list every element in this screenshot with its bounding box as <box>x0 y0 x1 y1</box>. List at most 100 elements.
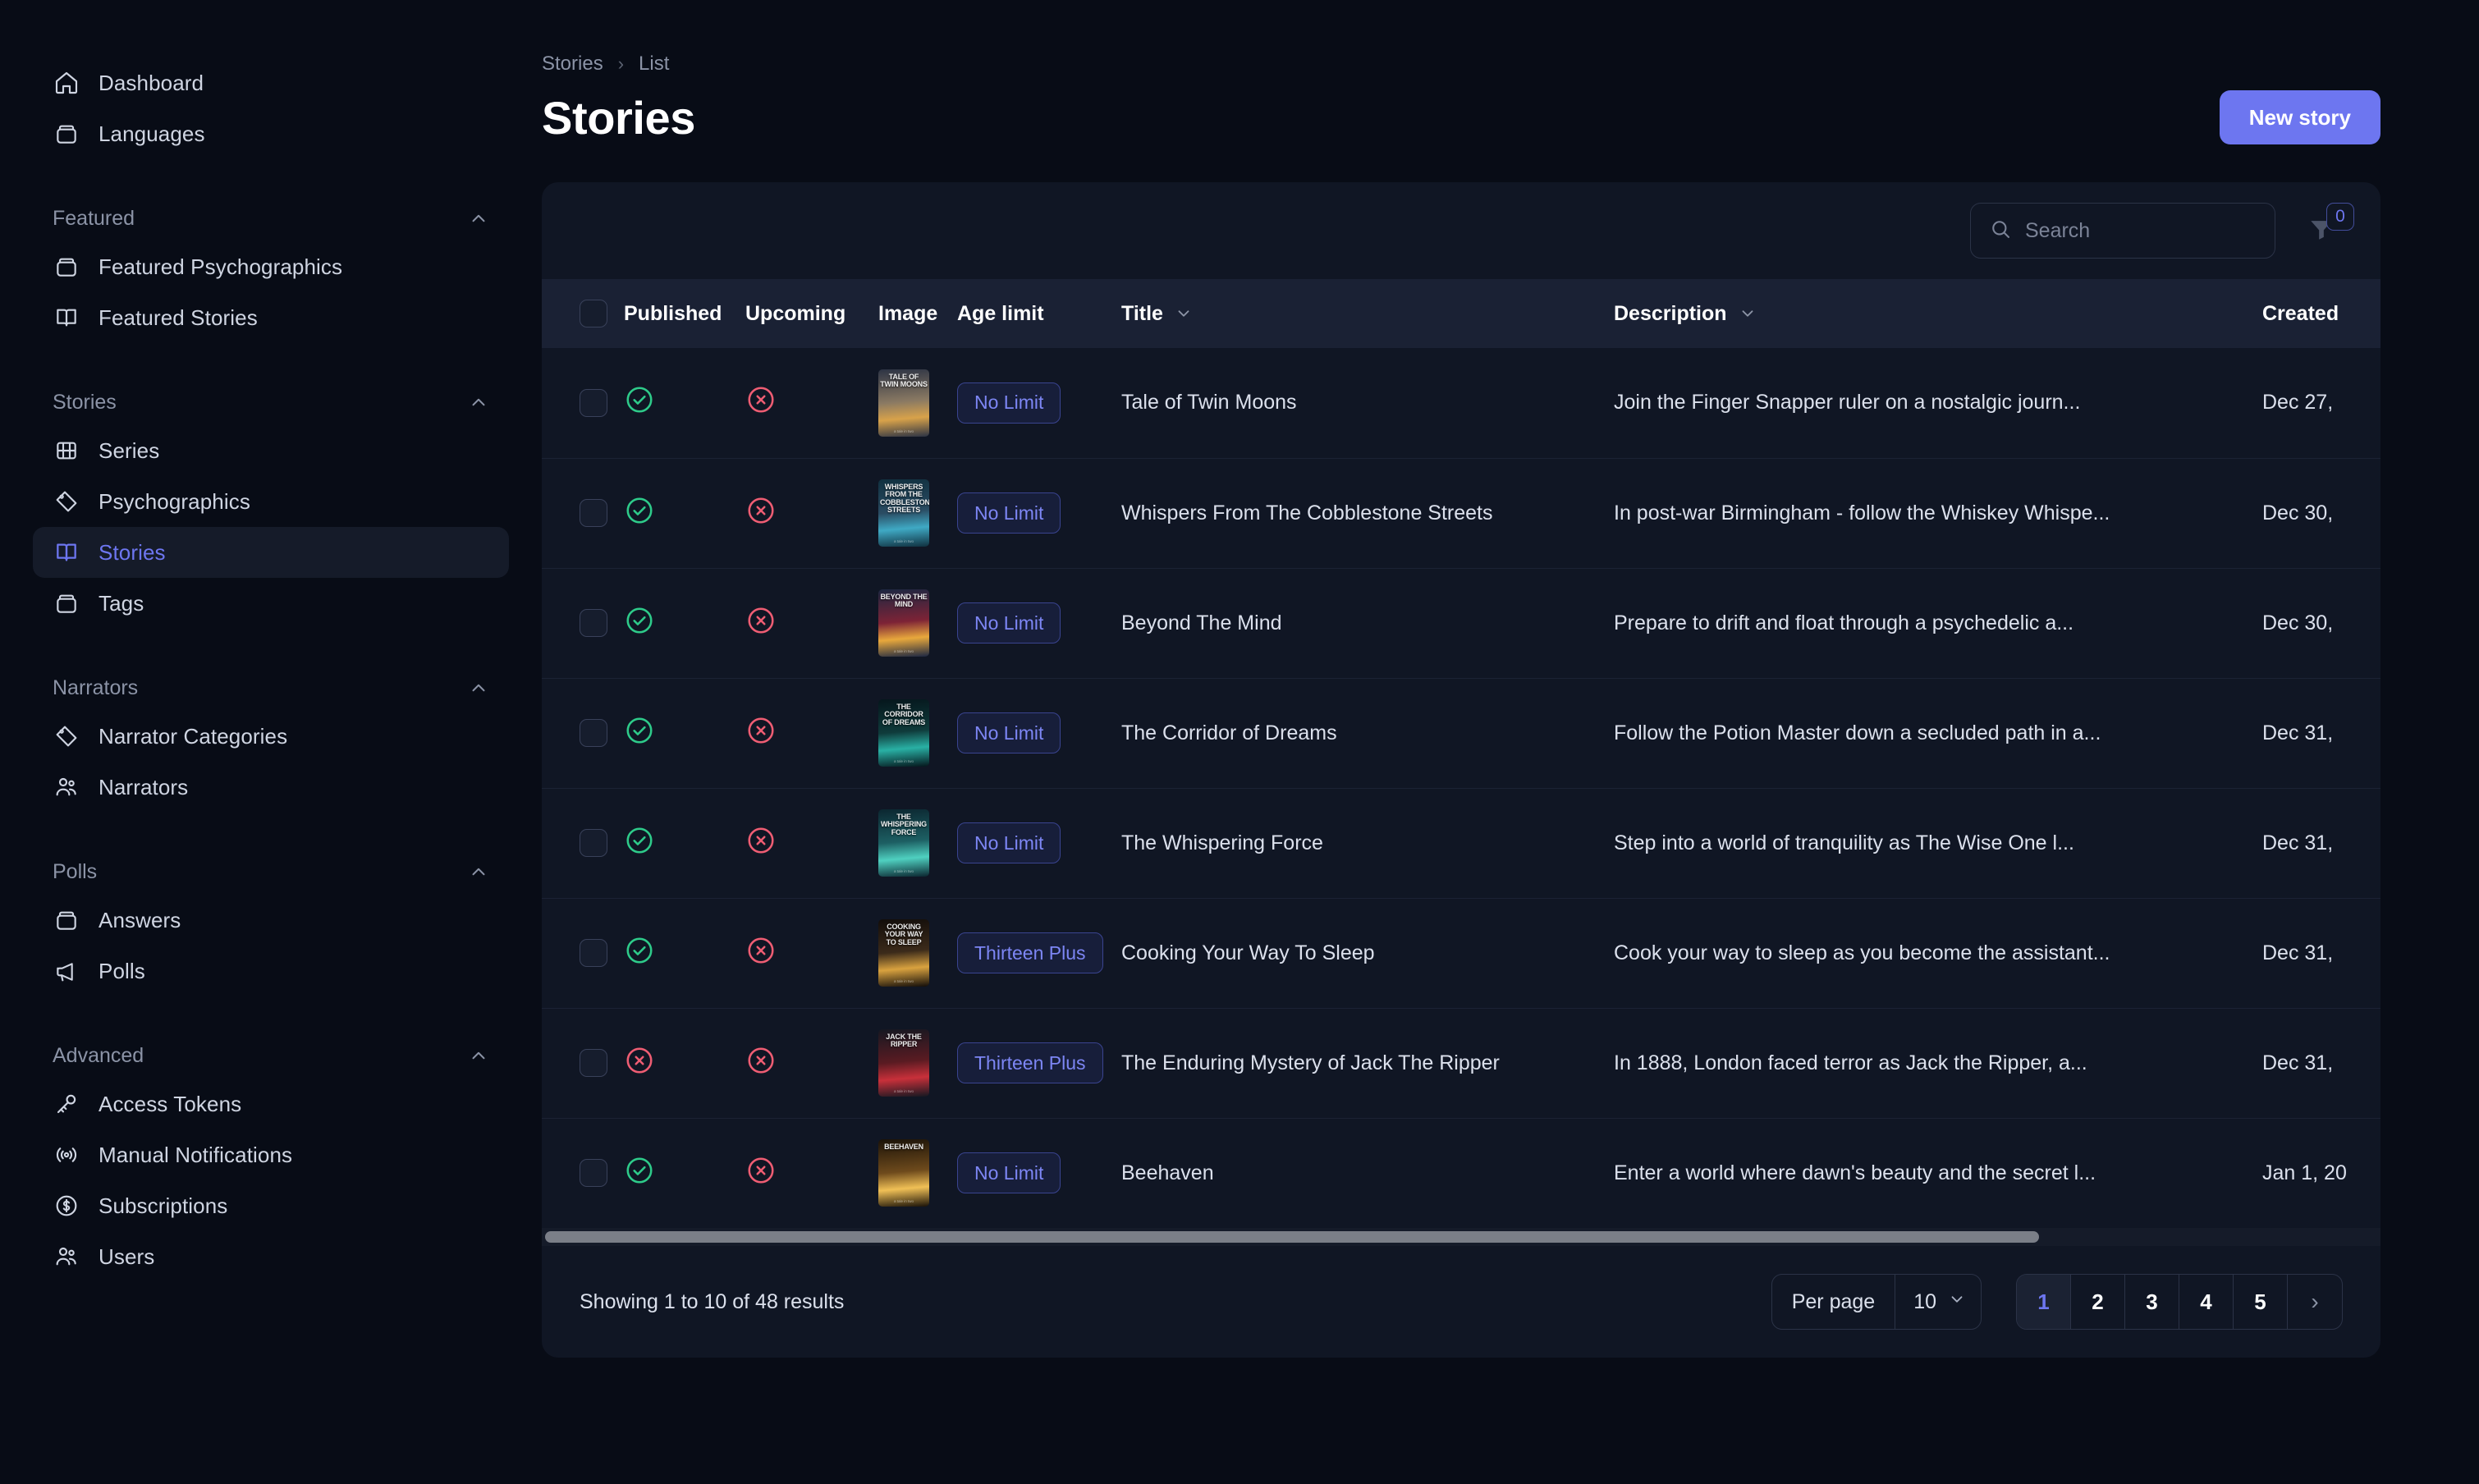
x-circle-icon <box>745 827 777 861</box>
created-date: Dec 30, <box>2262 501 2334 524</box>
sidebar-item-label: Dashboard <box>99 70 204 95</box>
col-image: Image <box>878 279 957 348</box>
page-button-4[interactable]: 4 <box>2179 1275 2234 1329</box>
sidebar-item-featured-stories[interactable]: Featured Stories <box>33 292 509 343</box>
row-checkbox[interactable] <box>580 499 607 527</box>
sidebar-item-series[interactable]: Series <box>33 425 509 476</box>
breadcrumb-parent[interactable]: Stories <box>542 53 603 76</box>
per-page-label: Per page <box>1791 1289 1876 1313</box>
filter-button[interactable]: 0 <box>2297 203 2354 255</box>
table-row[interactable]: Whispers From The Cobblestone Streets a t… <box>542 458 2380 568</box>
created-date: Dec 31, <box>2262 721 2334 744</box>
sidebar-item-subscriptions[interactable]: Subscriptions <box>33 1180 509 1231</box>
table-row[interactable]: Beehaven a tale in two No Limit Beehaven Ent… <box>542 1118 2380 1228</box>
pagination-controls: Per page 10 1 2 3 4 5 › <box>1771 1274 2343 1330</box>
col-title[interactable]: Title <box>1121 279 1614 348</box>
sidebar-item-psychographics[interactable]: Psychographics <box>33 476 509 527</box>
created-date: Jan 1, 20 <box>2262 1161 2347 1184</box>
table-row[interactable]: Beyond The Mind a tale in two No Limit Beyo… <box>542 568 2380 678</box>
col-upcoming[interactable]: Upcoming <box>745 279 878 348</box>
row-checkbox[interactable] <box>580 609 607 637</box>
sidebar-item-access-tokens[interactable]: Access Tokens <box>33 1079 509 1129</box>
sidebar-group-advanced[interactable]: Advanced <box>33 1033 509 1079</box>
sidebar-item-tags[interactable]: Tags <box>33 578 509 629</box>
row-checkbox[interactable] <box>580 829 607 857</box>
age-limit-cell: No Limit <box>957 458 1121 568</box>
title-cell: The Whispering Force <box>1121 788 1614 898</box>
sidebar-group-narrators[interactable]: Narrators <box>33 665 509 711</box>
created-date: Dec 27, <box>2262 391 2334 415</box>
sidebar-item-narrators[interactable]: Narrators <box>33 762 509 813</box>
row-checkbox[interactable] <box>580 388 607 417</box>
title-cell: Beyond The Mind <box>1121 568 1614 678</box>
sidebar-item-languages[interactable]: Languages <box>33 108 509 159</box>
col-age-limit[interactable]: Age limit <box>957 279 1121 348</box>
select-all-checkbox[interactable] <box>580 300 607 327</box>
page-button-5[interactable]: 5 <box>2234 1275 2288 1329</box>
row-checkbox[interactable] <box>580 719 607 747</box>
check-circle-icon <box>624 497 655 531</box>
dollar-circle-icon <box>53 1192 80 1220</box>
search-input[interactable] <box>2025 218 2257 243</box>
published-cell <box>624 678 745 788</box>
page-button-2[interactable]: 2 <box>2071 1275 2125 1329</box>
story-thumbnail: Cooking Your Way To Sleep a tale in two <box>878 919 929 987</box>
breadcrumb-current[interactable]: List <box>639 53 669 76</box>
published-cell <box>624 458 745 568</box>
col-published[interactable]: Published <box>624 279 745 348</box>
created-cell: Dec 31, <box>2262 678 2380 788</box>
sidebar-group-polls[interactable]: Polls <box>33 849 509 895</box>
sidebar-item-answers[interactable]: Answers <box>33 895 509 946</box>
users-icon <box>53 1243 80 1271</box>
story-description: Prepare to drift and float through a psy… <box>1614 611 2074 634</box>
search-field[interactable] <box>1970 203 2275 259</box>
age-limit-cell: No Limit <box>957 678 1121 788</box>
published-cell <box>624 568 745 678</box>
sidebar-item-manual-notifications[interactable]: Manual Notifications <box>33 1129 509 1180</box>
page-button-3[interactable]: 3 <box>2125 1275 2179 1329</box>
row-checkbox[interactable] <box>580 939 607 967</box>
sidebar-item-featured-psychographics[interactable]: Featured Psychographics <box>33 241 509 292</box>
table-row[interactable]: Jack The Ripper a tale in two Thirteen Plu… <box>542 1008 2380 1118</box>
per-page-current: 10 <box>1913 1289 1936 1313</box>
sidebar-item-dashboard[interactable]: Dashboard <box>33 57 509 108</box>
x-circle-icon <box>745 497 777 531</box>
table-row[interactable]: The Whispering Force a tale in two No Limi… <box>542 788 2380 898</box>
row-select-cell <box>542 1008 624 1118</box>
created-cell: Dec 30, <box>2262 568 2380 678</box>
scrollbar-thumb[interactable] <box>545 1231 2039 1243</box>
table-row[interactable]: Tale of Twin Moons a tale in two No Limit T… <box>542 348 2380 458</box>
new-story-button[interactable]: New story <box>2219 90 2380 144</box>
row-checkbox[interactable] <box>580 1159 607 1188</box>
page-header: Stories New story <box>542 90 2479 144</box>
horizontal-scrollbar[interactable] <box>542 1228 2380 1246</box>
col-created[interactable]: Created <box>2262 279 2380 348</box>
x-circle-icon <box>745 1047 777 1081</box>
thumbnail-footer: a tale in two <box>893 1199 914 1204</box>
page-button-1[interactable]: 1 <box>2017 1275 2071 1329</box>
sidebar-item-stories[interactable]: Stories <box>33 527 509 578</box>
image-cell: Tale of Twin Moons a tale in two <box>878 348 957 458</box>
next-page-button[interactable]: › <box>2288 1275 2342 1329</box>
sidebar-item-users[interactable]: Users <box>33 1231 509 1282</box>
chevron-down-icon <box>1175 305 1193 323</box>
created-date: Dec 31, <box>2262 941 2334 964</box>
sidebar-group-stories[interactable]: Stories <box>33 379 509 425</box>
row-select-cell <box>542 458 624 568</box>
story-description: In post-war Birmingham - follow the Whis… <box>1614 501 2110 524</box>
table-row[interactable]: The Corridor of Dreams a tale in two No Li… <box>542 678 2380 788</box>
per-page-selector[interactable]: Per page 10 <box>1771 1274 1982 1330</box>
col-header-label: Published <box>624 301 722 325</box>
thumbnail-footer: a tale in two <box>893 869 914 873</box>
sidebar-item-polls[interactable]: Polls <box>33 946 509 996</box>
sidebar-group-featured[interactable]: Featured <box>33 195 509 241</box>
per-page-value[interactable]: 10 <box>1895 1275 1981 1329</box>
age-limit-badge: Thirteen Plus <box>957 1042 1103 1083</box>
table-row[interactable]: Cooking Your Way To Sleep a tale in two Th… <box>542 898 2380 1008</box>
created-cell: Dec 31, <box>2262 788 2380 898</box>
row-checkbox[interactable] <box>580 1049 607 1077</box>
col-header-label: Description <box>1614 301 1727 325</box>
broadcast-icon <box>53 1141 80 1169</box>
col-description[interactable]: Description <box>1614 279 2262 348</box>
sidebar-item-narrator-categories[interactable]: Narrator Categories <box>33 711 509 762</box>
